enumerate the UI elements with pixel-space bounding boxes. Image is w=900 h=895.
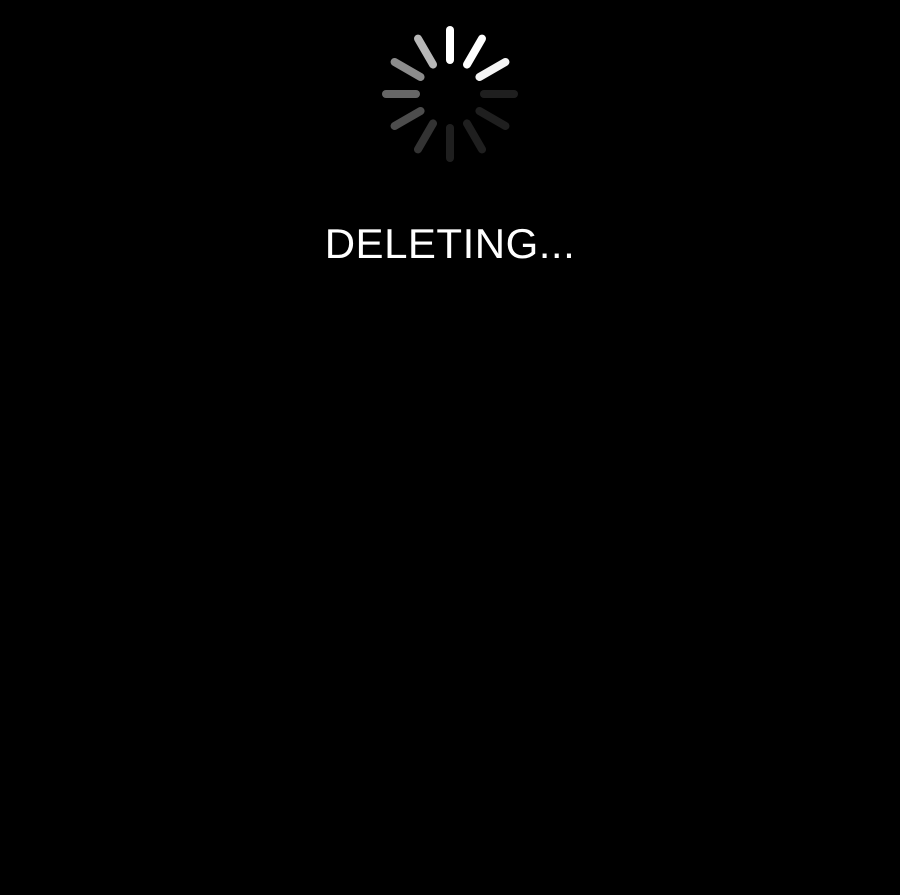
deleting-overlay: DELETING... [0, 0, 900, 895]
spinner-spoke [414, 34, 437, 69]
spinner-spoke [463, 119, 486, 154]
spinner-spoke [390, 58, 425, 81]
spinner-spoke [475, 58, 510, 81]
spinner-spoke [390, 107, 425, 130]
spinner-spoke [463, 34, 486, 69]
spinner-spoke [414, 119, 437, 154]
spinner-spoke [475, 107, 510, 130]
status-text: DELETING... [324, 220, 576, 267]
loading-spinner-icon [382, 26, 518, 162]
